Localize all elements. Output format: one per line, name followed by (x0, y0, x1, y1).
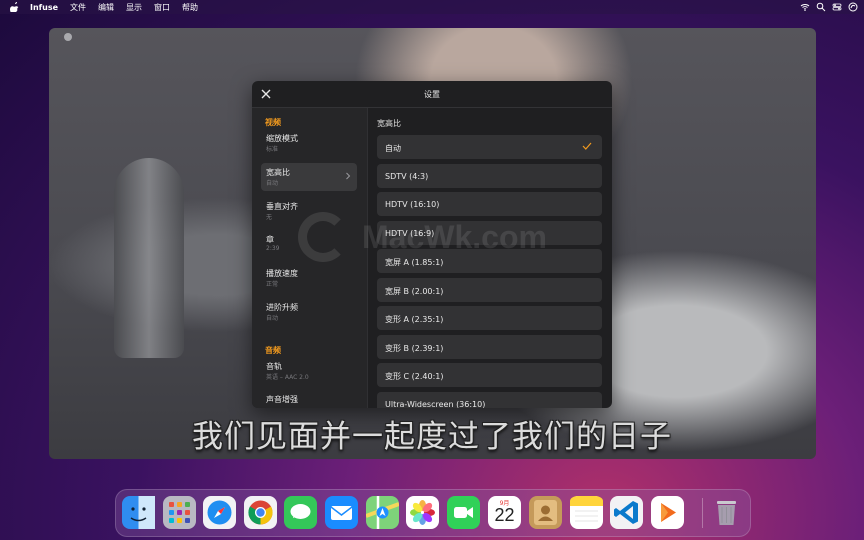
option-label: 自动 (385, 144, 401, 153)
sidebar-item-upscaling[interactable]: 进阶升频 自动 (261, 298, 357, 326)
watermark: MacWk.com (298, 207, 598, 267)
sidebar-item-audio-track[interactable]: 音轨 英语 – AAC 2.0 (261, 357, 357, 385)
wifi-icon[interactable] (800, 2, 810, 12)
section-audio-label: 音频 (265, 346, 281, 355)
dialog-title: 设置 (424, 90, 440, 99)
menu-bar: Infuse 文件 编辑 显示 窗口 帮助 (0, 0, 864, 14)
notes-icon[interactable] (570, 496, 603, 529)
apple-menu-icon[interactable] (10, 2, 20, 12)
option-auto[interactable]: 自动 (377, 135, 602, 159)
sidebar-item-playback-speed[interactable]: 播放速度 正常 (261, 264, 357, 292)
option-label: 变形 B (2.39:1) (385, 344, 444, 353)
sidebar-item-value: 自动 (266, 180, 279, 187)
option-ultra-widescreen[interactable]: Ultra-Widescreen (36:10) (377, 392, 602, 408)
sidebar-item-value: 标准 (266, 146, 279, 153)
checkmark-icon (582, 142, 592, 150)
option-label: SDTV (4:3) (385, 172, 429, 181)
video-subtitle: 我们见面并一起度过了我们的日子 (192, 419, 672, 455)
sidebar-item-title: 音轨 (266, 362, 282, 371)
watermark-text: MacWk.com (362, 218, 547, 255)
chrome-icon[interactable] (244, 496, 277, 529)
sidebar-item-title: 声音增强 (266, 395, 298, 404)
launchpad-icon[interactable] (163, 496, 196, 529)
menu-window[interactable]: 窗口 (154, 2, 170, 13)
option-label: 变形 C (2.40:1) (385, 372, 444, 381)
sidebar-item-sound-enhance[interactable]: 声音增强 (261, 390, 357, 408)
panel-title: 宽高比 (377, 119, 401, 128)
contacts-icon[interactable] (529, 496, 562, 529)
sidebar-item-title: 播放速度 (266, 269, 298, 278)
menu-view[interactable]: 显示 (126, 2, 142, 13)
sidebar-item-value: 英语 – AAC 2.0 (266, 374, 309, 381)
sidebar-item-title: 宽高比 (266, 168, 290, 177)
dock-separator (702, 498, 703, 528)
video-frame-microphone (114, 158, 184, 358)
safari-icon[interactable] (203, 496, 236, 529)
sidebar-item-value: 无 (266, 214, 273, 221)
calendar-day: 22 (494, 505, 515, 525)
menu-edit[interactable]: 编辑 (98, 2, 114, 13)
photos-icon[interactable] (406, 496, 439, 529)
infuse-icon[interactable] (651, 496, 684, 529)
section-video-label: 视频 (265, 118, 281, 127)
sidebar-item-title: 缩放模式 (266, 134, 298, 143)
watermark-logo-icon (298, 212, 348, 262)
option-anamorphic-a[interactable]: 变形 A (2.35:1) (377, 306, 602, 330)
option-sdtv-4-3[interactable]: SDTV (4:3) (377, 164, 602, 188)
menu-file[interactable]: 文件 (70, 2, 86, 13)
sidebar-item-aspect-ratio[interactable]: 宽高比 自动 (261, 163, 357, 191)
option-label: Ultra-Widescreen (36:10) (385, 400, 486, 408)
chevron-right-icon (346, 172, 351, 180)
option-anamorphic-c[interactable]: 变形 C (2.40:1) (377, 363, 602, 387)
dialog-header: 设置 (252, 81, 612, 108)
option-label: 变形 A (2.35:1) (385, 315, 444, 324)
dock: 9月 22 (115, 489, 751, 537)
siri-icon[interactable] (848, 2, 858, 12)
control-center-icon[interactable] (832, 2, 842, 12)
sidebar-item-value: 自动 (266, 315, 279, 322)
menu-help[interactable]: 帮助 (182, 2, 198, 13)
messages-icon[interactable] (284, 496, 317, 529)
calendar-icon[interactable]: 9月 22 (488, 496, 521, 529)
option-widescreen-b[interactable]: 宽屏 B (2.00:1) (377, 278, 602, 302)
menu-app-name[interactable]: Infuse (30, 3, 58, 12)
trash-icon[interactable] (710, 496, 743, 529)
window-close-dot[interactable] (64, 33, 72, 41)
sidebar-item-title: 章 (266, 235, 274, 244)
search-icon[interactable] (816, 2, 826, 12)
mail-icon[interactable] (325, 496, 358, 529)
sidebar-item-zoom-mode[interactable]: 缩放模式 标准 (261, 129, 357, 157)
option-label: 宽屏 B (2.00:1) (385, 287, 444, 296)
vscode-icon[interactable] (610, 496, 643, 529)
facetime-icon[interactable] (447, 496, 480, 529)
sidebar-item-title: 垂直对齐 (266, 202, 298, 211)
finder-icon[interactable] (122, 496, 155, 529)
maps-icon[interactable] (366, 496, 399, 529)
option-anamorphic-b[interactable]: 变形 B (2.39:1) (377, 335, 602, 359)
sidebar-item-value: 2:39 (266, 245, 280, 252)
sidebar-item-title: 进阶升频 (266, 303, 298, 312)
sidebar-item-value: 正常 (266, 281, 279, 288)
